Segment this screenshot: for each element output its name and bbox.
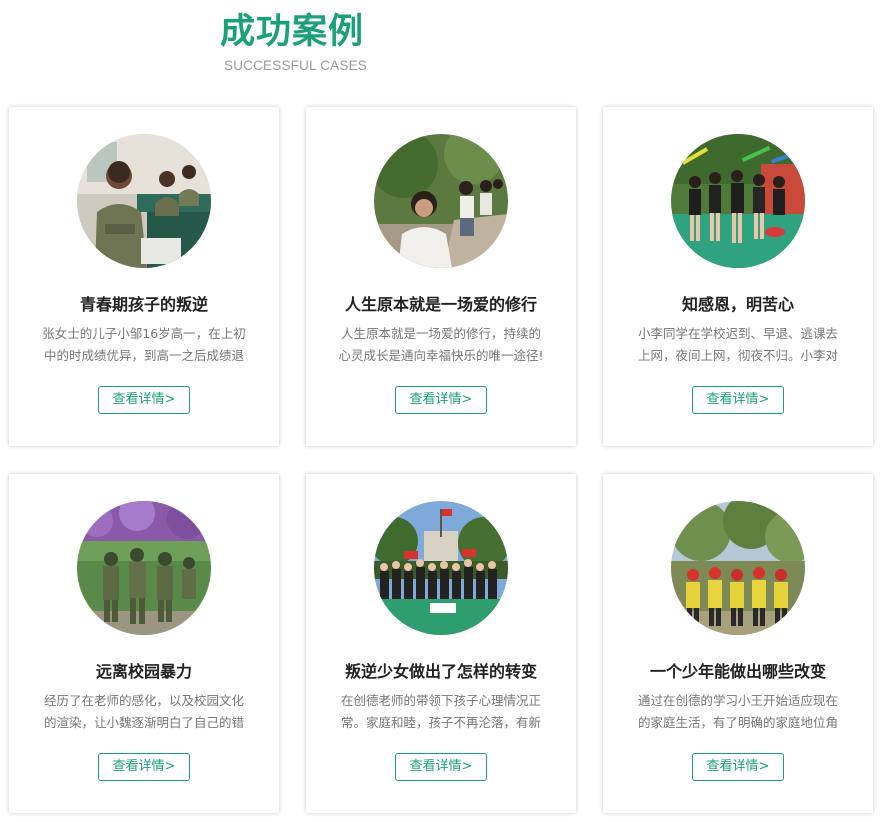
case-title[interactable]: 远离校园暴力 (9, 658, 279, 682)
view-details-button[interactable]: 查看详情> (692, 386, 784, 414)
case-description: 张女士的儿子小邹16岁高一，在上初中的时成绩优异，到高一之后成绩退 (42, 326, 246, 363)
case-title[interactable]: 青春期孩子的叛逆 (9, 291, 279, 315)
case-photo[interactable] (374, 501, 508, 635)
section-header: 成功案例 SUCCESSFUL CASES (0, 0, 886, 90)
case-description: 在创德老师的带领下孩子心理情况正常。家庭和睦，孩子不再沦落，有新的 (340, 693, 541, 730)
case-description: 通过在创德的学习小王开始适应现在的家庭生活，有了明确的家庭地位角色 (637, 693, 838, 730)
view-details-button[interactable]: 查看详情> (395, 386, 487, 414)
view-details-button[interactable]: 查看详情> (692, 753, 784, 781)
case-card[interactable]: 一个少年能做出哪些改变 通过在创德的学习小王开始适应现在的家庭生活，有了明确的家… (603, 474, 873, 813)
case-card[interactable]: 远离校园暴力 经历了在老师的感化，以及校园文化的渲染，让小魏逐渐明白了自己的错误… (9, 474, 279, 813)
case-title[interactable]: 叛逆少女做出了怎样的转变 (306, 658, 576, 682)
case-photo[interactable] (671, 134, 805, 268)
case-photo[interactable] (671, 501, 805, 635)
case-card[interactable]: 叛逆少女做出了怎样的转变 在创德老师的带领下孩子心理情况正常。家庭和睦，孩子不再… (306, 474, 576, 813)
case-description: 经历了在老师的感化，以及校园文化的渲染，让小魏逐渐明白了自己的错误 (43, 693, 244, 730)
case-card[interactable]: 知感恩，明苦心 小李同学在学校迟到、早退、逃课去上网，夜间上网，彻夜不归。小李对… (603, 107, 873, 446)
view-details-button[interactable]: 查看详情> (98, 386, 190, 414)
case-card[interactable]: 青春期孩子的叛逆 张女士的儿子小邹16岁高一，在上初中的时成绩优异，到高一之后成… (9, 107, 279, 446)
case-description: 人生原本就是一场爱的修行，持续的心灵成长是通向幸福快乐的唯一途径! (338, 326, 544, 363)
case-photo[interactable] (77, 134, 211, 268)
case-title[interactable]: 一个少年能做出哪些改变 (603, 658, 873, 682)
case-photo[interactable] (374, 134, 508, 268)
case-description: 小李同学在学校迟到、早退、逃课去上网，夜间上网，彻夜不归。小李对网 (637, 326, 838, 363)
view-details-button[interactable]: 查看详情> (395, 753, 487, 781)
section-subtitle: SUCCESSFUL CASES (224, 58, 367, 73)
case-card[interactable]: 人生原本就是一场爱的修行 人生原本就是一场爱的修行，持续的心灵成长是通向幸福快乐… (306, 107, 576, 446)
case-title[interactable]: 人生原本就是一场爱的修行 (306, 291, 576, 315)
view-details-button[interactable]: 查看详情> (98, 753, 190, 781)
section-title: 成功案例 (220, 12, 365, 52)
case-photo[interactable] (77, 501, 211, 635)
case-title[interactable]: 知感恩，明苦心 (603, 291, 873, 315)
